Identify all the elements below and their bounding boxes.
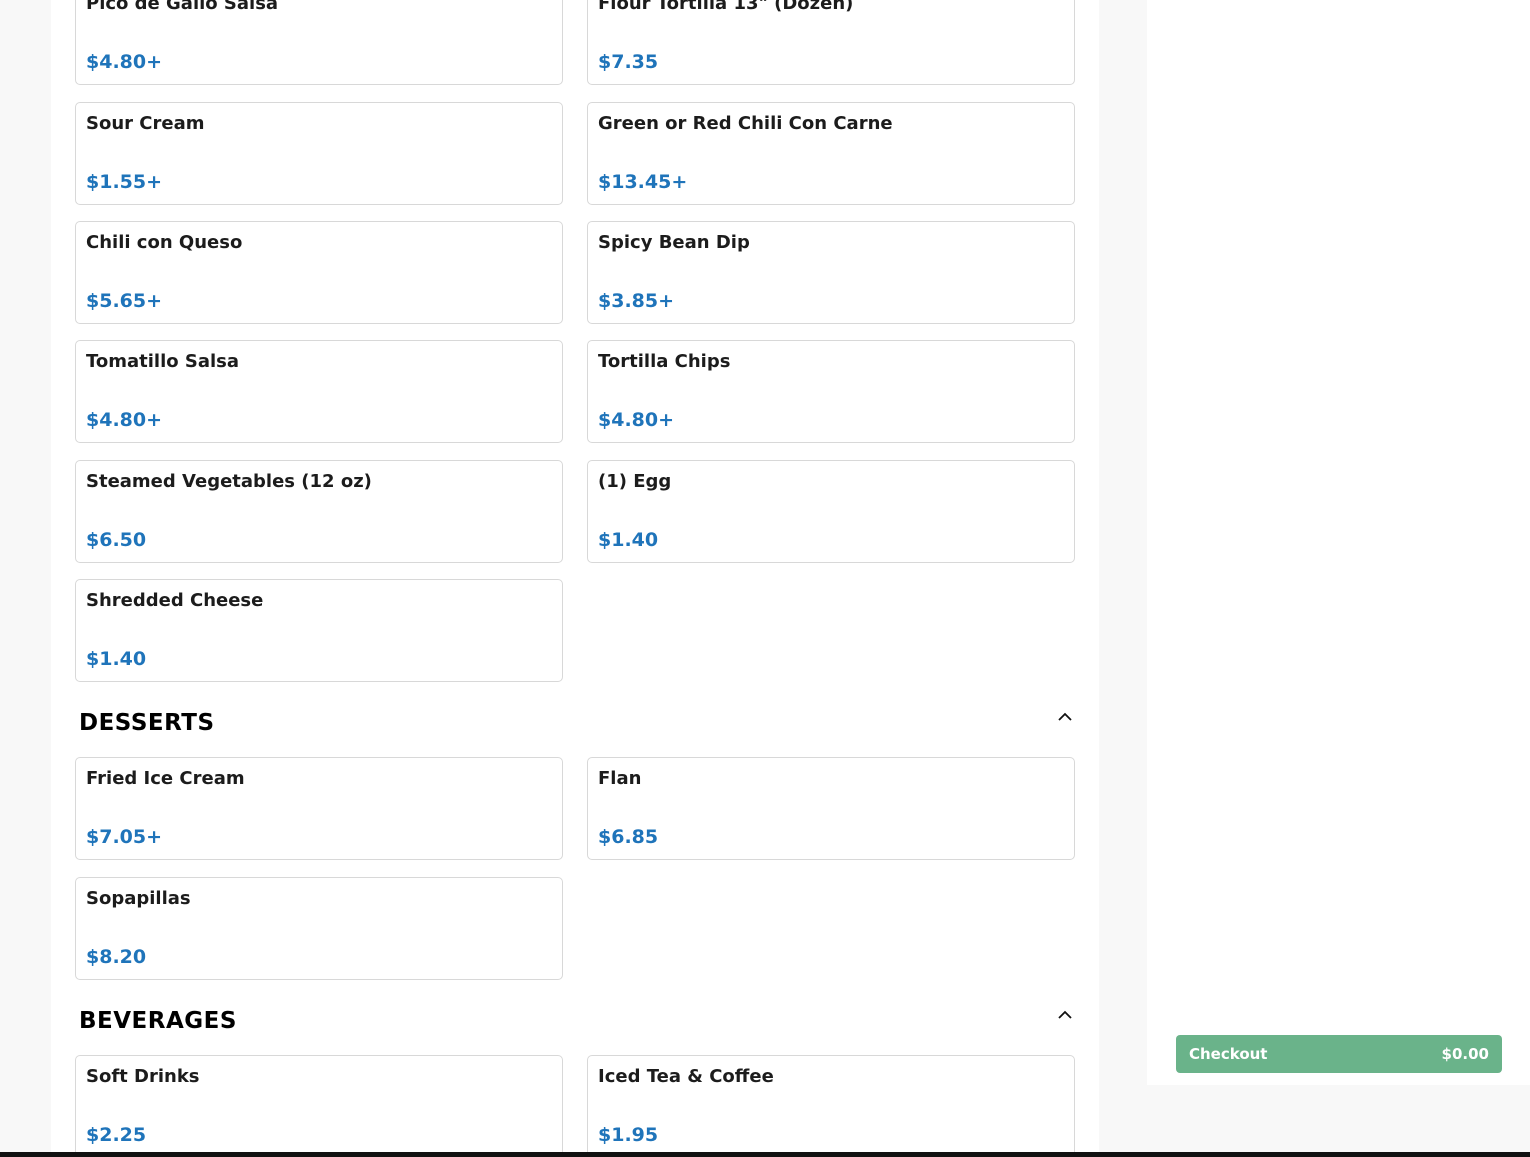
section-title-beverages: BEVERAGES (79, 1008, 237, 1034)
menu-item-price: $3.85+ (598, 290, 675, 312)
cart-panel (1147, 0, 1530, 1085)
menu-item-name: Spicy Bean Dip (598, 232, 750, 253)
menu-item-card[interactable]: Flan $6.85 (587, 757, 1075, 860)
section-title-desserts: DESSERTS (79, 710, 215, 736)
menu-item-price: $1.40 (86, 648, 147, 670)
menu-item-price: $6.50 (86, 529, 147, 551)
chevron-up-icon[interactable] (1055, 1007, 1075, 1021)
menu-item-card[interactable]: Green or Red Chili Con Carne $13.45+ (587, 102, 1075, 205)
menu-item-price: $1.40 (598, 529, 659, 551)
menu-item-card[interactable]: Shredded Cheese $1.40 (75, 579, 563, 682)
menu-item-card[interactable]: (1) Egg $1.40 (587, 460, 1075, 563)
menu-item-name: (1) Egg (598, 471, 672, 492)
menu-item-price: $1.95 (598, 1124, 659, 1146)
menu-item-name: Steamed Vegetables (12 oz) (86, 471, 372, 492)
chevron-up-icon[interactable] (1055, 709, 1075, 723)
menu-item-card[interactable]: Soft Drinks $2.25 (75, 1055, 563, 1157)
menu-item-name: Tortilla Chips (598, 351, 731, 372)
menu-item-price: $4.80+ (86, 51, 163, 73)
menu-item-card[interactable]: Sopapillas $8.20 (75, 877, 563, 980)
menu-item-name: Sopapillas (86, 888, 191, 909)
menu-item-price: $4.80+ (86, 409, 163, 431)
menu-item-name: Fried Ice Cream (86, 768, 245, 789)
menu-item-card[interactable]: Chili con Queso $5.65+ (75, 221, 563, 324)
menu-item-name: Tomatillo Salsa (86, 351, 240, 372)
menu-item-price: $7.05+ (86, 826, 163, 848)
menu-item-name: Pico de Gallo Salsa (86, 0, 279, 14)
menu-item-card[interactable]: Pico de Gallo Salsa $4.80+ (75, 0, 563, 85)
menu-item-price: $4.80+ (598, 409, 675, 431)
menu-item-name: Flan (598, 768, 642, 789)
menu-item-price: $5.65+ (86, 290, 163, 312)
menu-item-name: Chili con Queso (86, 232, 243, 253)
menu-item-price: $6.85 (598, 826, 659, 848)
menu-item-name: Soft Drinks (86, 1066, 200, 1087)
menu-item-card[interactable]: Iced Tea & Coffee $1.95 (587, 1055, 1075, 1157)
menu-item-name: Green or Red Chili Con Carne (598, 113, 893, 134)
menu-item-price: $1.55+ (86, 171, 163, 193)
menu-item-name: Iced Tea & Coffee (598, 1066, 774, 1087)
window-bottom-edge (0, 1152, 1530, 1157)
checkout-label: Checkout (1189, 1045, 1268, 1063)
menu-item-card[interactable]: Fried Ice Cream $7.05+ (75, 757, 563, 860)
menu-item-price: $2.25 (86, 1124, 147, 1146)
menu-item-price: $8.20 (86, 946, 147, 968)
menu-item-card[interactable]: Steamed Vegetables (12 oz) $6.50 (75, 460, 563, 563)
menu-item-card[interactable]: Flour Tortilla 13" (Dozen) $7.35 (587, 0, 1075, 85)
menu-item-name: Shredded Cheese (86, 590, 264, 611)
menu-item-card[interactable]: Spicy Bean Dip $3.85+ (587, 221, 1075, 324)
menu-item-card[interactable]: Tomatillo Salsa $4.80+ (75, 340, 563, 443)
cart-total: $0.00 (1441, 1045, 1489, 1063)
menu-item-name: Sour Cream (86, 113, 205, 134)
menu-item-price: $13.45+ (598, 171, 688, 193)
checkout-button[interactable]: Checkout $0.00 (1176, 1035, 1502, 1073)
menu-item-price: $7.35 (598, 51, 659, 73)
menu-item-card[interactable]: Sour Cream $1.55+ (75, 102, 563, 205)
cart-footer-area (1147, 1085, 1530, 1157)
menu-item-name: Flour Tortilla 13" (Dozen) (598, 0, 854, 14)
menu-item-card[interactable]: Tortilla Chips $4.80+ (587, 340, 1075, 443)
